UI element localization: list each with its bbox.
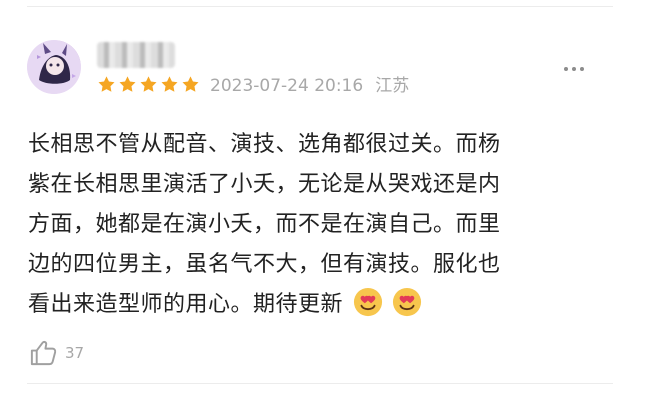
star-icon	[119, 76, 136, 92]
timestamp: 2023-07-24 20:16	[210, 76, 364, 96]
star-icon	[98, 76, 115, 92]
bottom-divider	[27, 383, 613, 384]
star-icon	[140, 76, 157, 92]
content-line: 边的四位男主，虽名气不大，但有演技。服化也	[28, 252, 501, 277]
heart-eyes-emoji-icon	[353, 287, 382, 317]
content-line-text: 看出来造型师的用心。期待更新	[28, 292, 344, 317]
content-line: 方面，她都是在演小夭，而不是在演自己。而里	[28, 212, 501, 237]
top-divider	[27, 6, 613, 7]
more-dots-icon	[572, 67, 576, 71]
avatar-icon	[27, 40, 81, 94]
comment-meta: 2023-07-24 20:16 江苏	[210, 76, 409, 96]
like-count: 37	[65, 343, 85, 362]
star-icon	[182, 76, 199, 92]
avatar[interactable]	[27, 40, 81, 94]
star-icon	[161, 76, 178, 92]
rating-stars	[97, 75, 200, 94]
thumbs-up-icon	[30, 340, 57, 366]
username-blurred	[97, 42, 175, 68]
more-dots-icon	[580, 67, 584, 71]
more-options-button[interactable]	[560, 60, 588, 78]
content-line: 紫在长相思里演活了小夭，无论是从哭戏还是内	[28, 172, 501, 197]
heart-eyes-emoji-icon	[392, 287, 422, 317]
more-dots-icon	[564, 67, 568, 71]
like-button[interactable]: 37	[28, 337, 84, 368]
content-line: 长相思不管从配音、演技、选角都很过关。而杨	[28, 132, 501, 157]
location: 江苏	[375, 76, 410, 96]
comment-content: 长相思不管从配音、演技、选角都很过关。而杨 紫在长相思里演活了小夭，无论是从哭戏…	[28, 125, 608, 325]
content-line-last: 看出来造型师的用心。期待更新	[28, 285, 608, 325]
